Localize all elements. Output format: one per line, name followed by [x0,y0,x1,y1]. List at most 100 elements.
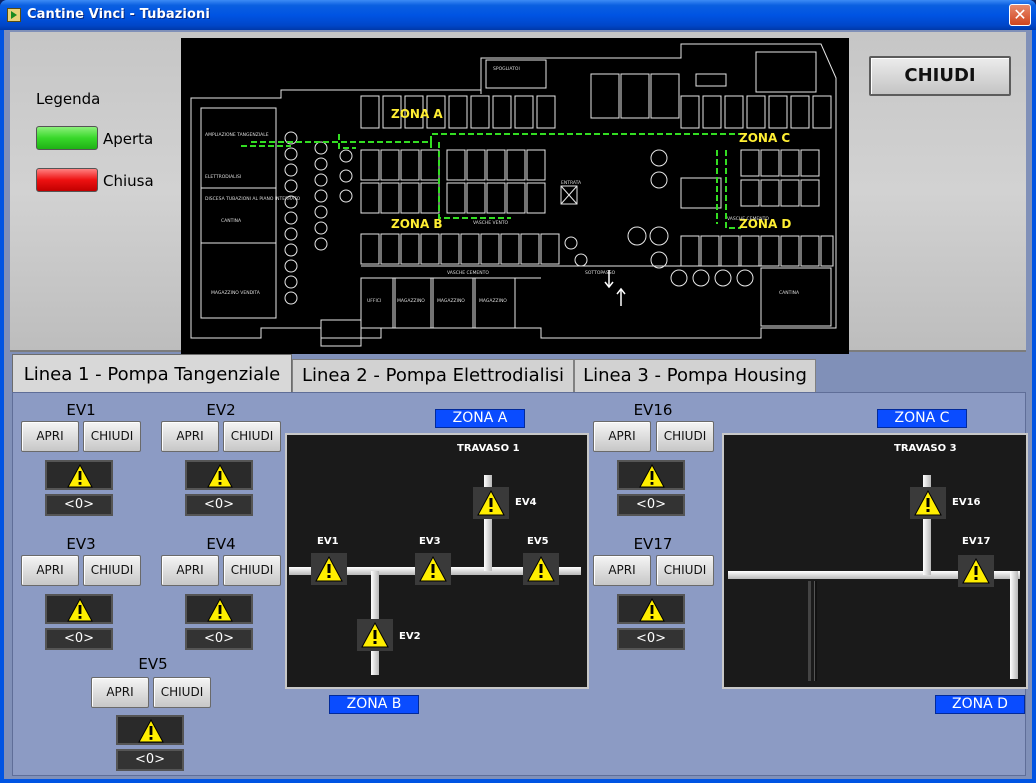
map-room-label: DISCESA TUBAZIONI AL PIANO INTERRATO [205,196,301,202]
schema1-valve-ev2[interactable] [357,619,393,651]
schema2-zone-d-tag: ZONA D [935,695,1025,714]
warning-icon [639,598,665,622]
schema-travaso-3: TRAVASO 3 EV16 EV17 [722,433,1028,689]
ev1-label: EV1 [66,401,96,419]
ev5-label: EV5 [138,655,168,673]
schema1-valve-ev5[interactable] [523,553,559,585]
ev3-status-indicator [45,594,113,624]
schema1-valve-ev4[interactable] [473,487,509,519]
warning-icon [477,489,505,516]
map-room-label: UFFICI [367,298,381,304]
ev3-open-button[interactable]: APRI [21,555,79,586]
ev4-label: EV4 [206,535,236,553]
ev1-status-indicator [45,460,113,490]
map-room-label: SPOGLIATOI [493,66,520,72]
schema2-valve-ev17[interactable] [958,555,994,587]
ev16-open-button[interactable]: APRI [593,421,651,452]
ev4-value: <0> [185,628,253,650]
warning-icon [962,557,990,584]
ev1-close-button[interactable]: CHIUDI [83,421,141,452]
map-room-label: CANTINA [221,218,242,224]
schema1-zone-b-tag: ZONA B [329,695,419,714]
warning-icon [315,555,343,582]
schema1-valve-label: EV4 [515,497,537,508]
map-room-label: AMPLIAZIONE TANGENZIALE [205,132,269,138]
schema2-pipe-stub [808,581,811,681]
schema2-branch-down-right [1010,571,1018,679]
ev4-close-button[interactable]: CHIUDI [223,555,281,586]
tab-linea-2[interactable]: Linea 2 - Pompa Elettrodialisi [292,359,574,393]
schema2-zone-c-tag: ZONA C [877,409,967,428]
schema2-valve-label: EV16 [952,497,981,508]
ev17-label: EV17 [633,535,673,553]
schema1-valve-ev1[interactable] [311,553,347,585]
close-button[interactable]: CHIUDI [869,56,1011,96]
ev16-label: EV16 [633,401,673,419]
ev3-close-button[interactable]: CHIUDI [83,555,141,586]
ev5-close-button[interactable]: CHIUDI [153,677,211,708]
ev17-status-indicator [617,594,685,624]
map-zone-a: ZONA A [391,107,443,121]
schema1-zone-a-tag: ZONA A [435,409,525,428]
floor-plan: ZONA A ZONA B ZONA C ZONA D AMPLIAZIONE … [190,43,837,347]
legend-open-label: Aperta [103,130,154,148]
tab-pane-linea-1: EV1 APRI CHIUDI <0> EV2 APRI CHIUDI <0> … [12,392,1028,776]
ev5-status-indicator [116,715,184,745]
schema1-valve-label: EV1 [317,536,339,547]
ev17-open-button[interactable]: APRI [593,555,651,586]
map-zone-c: ZONA C [739,131,790,145]
ev16-close-button[interactable]: CHIUDI [656,421,714,452]
client-area: Legenda Aperta Chiusa ZONA A ZONA B ZONA… [4,30,1032,779]
warning-icon [67,464,93,488]
map-room-label: ELETTRODIALISI [205,174,241,180]
ev1-open-button[interactable]: APRI [21,421,79,452]
plant-map: ZONA A ZONA B ZONA C ZONA D AMPLIAZIONE … [181,38,849,354]
map-room-label: ENTRATA [561,180,582,186]
ev17-close-button[interactable]: CHIUDI [656,555,714,586]
window-close-button[interactable]: ✕ [1009,4,1031,26]
ev2-open-button[interactable]: APRI [161,421,219,452]
schema2-valve-label: EV17 [962,536,991,547]
ev3-label: EV3 [66,535,96,553]
map-room-label: SOTTOPASSO [585,270,616,276]
schema1-valve-ev3[interactable] [415,553,451,585]
map-room-label: MAGAZZINO [479,298,507,304]
ev2-close-button[interactable]: CHIUDI [223,421,281,452]
ev1-value: <0> [45,494,113,516]
map-room-label: VASCHE VENTO [473,220,509,226]
map-room-label: MAGAZZINO [437,298,465,304]
schema2-pipe-stub [814,581,817,681]
map-room-label: MAGAZZINO VENDITA [211,290,261,296]
ev2-label: EV2 [206,401,236,419]
schema-travaso-1: TRAVASO 1 EV1 EV3 EV5 EV4 EV2 [285,433,589,689]
app-window: Cantine Vinci - Tubazioni ✕ Legenda Aper… [0,0,1036,783]
app-icon [7,8,21,22]
ev4-open-button[interactable]: APRI [161,555,219,586]
schema1-valve-label: EV3 [419,536,441,547]
ev5-open-button[interactable]: APRI [91,677,149,708]
map-room-label: CANTINA [779,290,800,296]
warning-icon [361,621,389,648]
schema2-valve-ev16[interactable] [910,487,946,519]
overview-panel: Legenda Aperta Chiusa ZONA A ZONA B ZONA… [10,32,1026,354]
ev5-value: <0> [116,749,184,771]
map-zone-b: ZONA B [391,217,443,231]
tab-linea-1[interactable]: Linea 1 - Pompa Tangenziale [12,354,292,394]
warning-icon [914,489,942,516]
tab-linea-3[interactable]: Linea 3 - Pompa Housing [574,359,816,393]
legend-closed-led [36,168,98,192]
schema2-title: TRAVASO 3 [894,443,957,454]
ev17-value: <0> [617,628,685,650]
window-title: Cantine Vinci - Tubazioni [27,7,210,22]
warning-icon [67,598,93,622]
warning-icon [207,464,233,488]
warning-icon [207,598,233,622]
map-room-label: VASCHE CEMENTO [727,216,769,222]
title-bar[interactable]: Cantine Vinci - Tubazioni ✕ [0,0,1036,30]
warning-icon [639,464,665,488]
ev16-value: <0> [617,494,685,516]
legend-title: Legenda [36,90,101,108]
ev16-status-indicator [617,460,685,490]
map-room-label: VASCHE CEMENTO [447,270,489,276]
warning-icon [138,719,164,743]
